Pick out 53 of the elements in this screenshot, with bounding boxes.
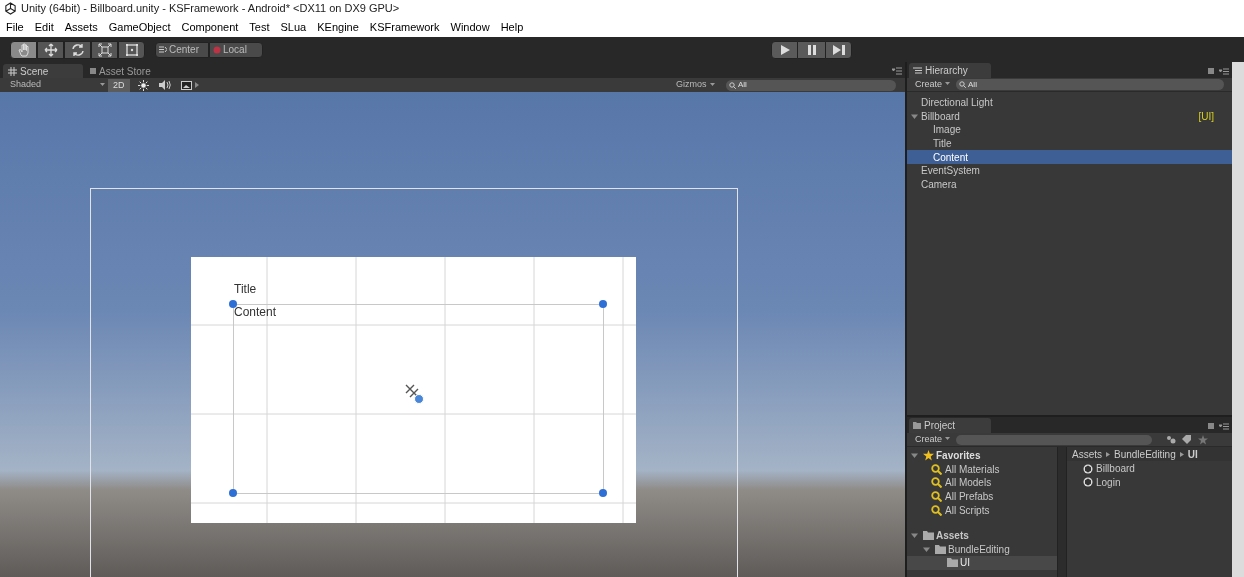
content-text: Content [234, 304, 277, 321]
asset-item[interactable]: Login [1083, 475, 1232, 490]
scene-tab[interactable]: Scene [3, 64, 83, 78]
folder-label: BundleEditing [948, 542, 1010, 557]
project-tab[interactable]: Project [909, 418, 991, 433]
breadcrumb-item[interactable]: UI [1187, 446, 1198, 462]
title-text: Title [234, 281, 257, 298]
breadcrumb-item[interactable]: Assets [1072, 446, 1102, 462]
breadcrumb-item[interactable]: BundleEditing [1114, 446, 1176, 462]
folder-label: UI [960, 556, 970, 571]
menu-item[interactable]: Component [181, 18, 239, 36]
menu-item[interactable]: File [6, 18, 24, 36]
2d-toggle[interactable]: 2D [108, 78, 130, 92]
pivot-button[interactable]: Local [209, 41, 263, 58]
menu-item[interactable]: Test [249, 18, 270, 36]
folder-label: Assets [936, 529, 969, 544]
folder-item[interactable]: UI [907, 556, 1057, 570]
hierarchy-item[interactable]: Title [907, 136, 1232, 151]
create-dropdown[interactable]: Create [915, 77, 950, 92]
menu-item[interactable]: Help [500, 18, 524, 36]
favorite-item[interactable]: All Models [907, 476, 1057, 490]
gizmos-dropdown[interactable]: Gizmos [676, 78, 715, 92]
ui-tag-label: [UI] [1198, 109, 1214, 124]
menu-item[interactable]: KEngine [317, 18, 359, 36]
favorite-item[interactable]: All Prefabs [907, 489, 1057, 504]
menu-item[interactable]: Edit [34, 18, 54, 36]
hierarchy-search-field[interactable]: All [956, 79, 1224, 90]
menu-item[interactable]: SLua [280, 18, 307, 36]
create-dropdown[interactable]: Create [915, 432, 950, 447]
favorite-item[interactable]: All Materials [907, 462, 1057, 477]
folder-item[interactable]: BundleEditing [907, 542, 1057, 557]
hierarchy-item[interactable]: Billboard [UI] [907, 109, 1232, 124]
scene-tab[interactable]: Asset Store [85, 64, 165, 78]
hierarchy-item[interactable]: EventSystem [907, 163, 1232, 178]
menu-item[interactable]: Assets [64, 18, 98, 36]
hierarchy-item-label: Billboard [921, 109, 960, 124]
hierarchy-item[interactable]: Directional Light [907, 96, 1232, 110]
shading-dropdown[interactable]: Shaded [0, 78, 100, 92]
hierarchy-item[interactable]: Image [907, 123, 1232, 137]
menu-item[interactable]: GameObject [108, 18, 171, 36]
hierarchy-item[interactable]: Content [907, 150, 1232, 164]
asset-item[interactable]: Billboard [1083, 462, 1232, 476]
menu-item[interactable]: KSFramework [369, 18, 440, 36]
folder-item[interactable]: Assets [907, 528, 1057, 543]
favorites-label: Favorites [936, 449, 981, 464]
favorites-header[interactable]: Favorites [907, 449, 1057, 463]
menu-item[interactable]: Window [450, 18, 490, 36]
hierarchy-item[interactable]: Camera [907, 177, 1232, 192]
window-title: Unity (64bit) - Billboard.unity - KSFramework - Android* <DX11 on DX9 GPU> [21, 1, 400, 17]
favorite-item[interactable]: All Scripts [907, 503, 1057, 517]
pivot-button[interactable]: Center [155, 41, 209, 58]
hierarchy-tab[interactable]: Hierarchy [909, 63, 991, 78]
scene-search-field[interactable]: All [726, 79, 896, 91]
